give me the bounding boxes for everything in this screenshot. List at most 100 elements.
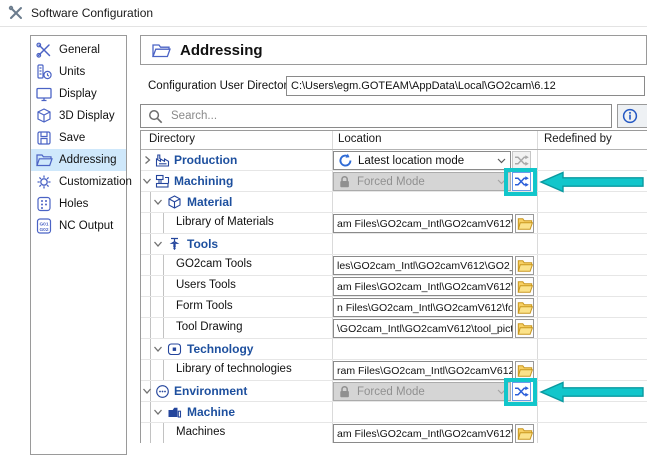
table-row-technology: Technology <box>141 339 647 360</box>
tree-expanded-icon[interactable] <box>153 197 163 207</box>
browse-folder-button[interactable] <box>515 361 534 380</box>
location-mode-value: Forced Mode <box>357 386 491 398</box>
directory-label: GO2cam Tools <box>176 258 252 270</box>
sidebar-item-label: Display <box>59 88 97 100</box>
column-header-location: Location <box>338 133 381 145</box>
directory-label: Library of Materials <box>176 216 274 228</box>
sidebar-item-addressing[interactable]: Addressing <box>31 149 126 171</box>
sidebar-item-units[interactable]: Units <box>31 61 126 83</box>
tree-expanded-icon[interactable] <box>153 407 163 417</box>
nc-output-icon: G01G02 <box>35 217 53 235</box>
general-icon <box>35 41 53 59</box>
tools-icon <box>8 5 24 21</box>
sidebar-item-nc-output[interactable]: G01G02 NC Output <box>31 215 126 237</box>
location-path-input[interactable]: am Files\GO2cam_Intl\GO2camV612\mat <box>333 214 513 233</box>
directory-label: Form Tools <box>176 300 233 312</box>
browse-folder-button[interactable] <box>515 277 534 296</box>
redefined-by-cell <box>537 234 647 255</box>
location-path-input[interactable]: n Files\GO2cam_Intl\GO2camV612\forme <box>333 298 513 317</box>
sidebar-item-label: Addressing <box>59 154 117 166</box>
sidebar-item-3d-display[interactable]: 3D Display <box>31 105 126 127</box>
config-user-directory-input[interactable] <box>286 76 645 96</box>
browse-folder-button[interactable] <box>515 319 534 338</box>
location-cell: am Files\GO2cam_Intl\GO2camV612\mac <box>332 423 537 443</box>
browse-folder-button[interactable] <box>515 256 534 275</box>
table-row-machining: Machining Forced Mode <box>141 171 647 192</box>
browse-folder-button[interactable] <box>515 214 534 233</box>
sidebar-item-save[interactable]: Save <box>31 127 126 149</box>
table-row-machines: Machines am Files\GO2cam_Intl\GO2camV612\… <box>141 423 647 443</box>
shuffle-icon-disabled <box>514 154 529 167</box>
tree-guide-line <box>150 255 151 275</box>
tree-guide-line <box>163 276 164 296</box>
folder-icon <box>517 364 533 378</box>
tree-expanded-icon[interactable] <box>142 386 152 396</box>
directory-label[interactable]: Technology <box>187 342 253 356</box>
search-input[interactable] <box>169 109 611 123</box>
machine-icon <box>166 404 183 421</box>
tree-expanded-icon[interactable] <box>142 176 152 186</box>
directory-label: Tool Drawing <box>176 321 242 333</box>
tree-expanded-icon[interactable] <box>153 239 163 249</box>
location-mode-value: Latest location mode <box>358 155 492 167</box>
tree-guide-line <box>150 318 151 338</box>
location-path-input[interactable]: ram Files\GO2cam_Intl\GO2camV612\tec <box>333 361 513 380</box>
sidebar-item-label: 3D Display <box>59 110 115 122</box>
location-cell: am Files\GO2cam_Intl\GO2camV612\mat <box>332 213 537 234</box>
environment-icon <box>154 383 171 400</box>
sidebar-item-label: General <box>59 44 100 56</box>
location-cell: Forced Mode <box>332 381 537 402</box>
tree-guide-line <box>150 234 151 254</box>
sidebar-item-label: NC Output <box>59 220 113 232</box>
directory-label[interactable]: Machining <box>174 174 233 188</box>
directory-label[interactable]: Tools <box>187 237 218 251</box>
directory-label[interactable]: Machine <box>187 405 235 419</box>
config-user-directory-label: Configuration User Directory <box>148 80 293 92</box>
sidebar-item-label: Customization <box>59 176 132 188</box>
sidebar-item-holes[interactable]: Holes <box>31 193 126 215</box>
info-button[interactable] <box>617 104 647 128</box>
sidebar-item-general[interactable]: General <box>31 39 126 61</box>
directory-label: Machines <box>176 426 225 438</box>
tree-guide-line <box>163 297 164 317</box>
redefined-by-cell <box>537 423 647 443</box>
tree-collapsed-icon[interactable] <box>142 155 152 165</box>
table-row-library-of-technologies: Library of technologiesram Files\GO2cam_… <box>141 360 647 381</box>
directory-label[interactable]: Environment <box>174 384 247 398</box>
location-path-input[interactable]: am Files\GO2cam_Intl\GO2camV612\mac <box>333 424 513 443</box>
location-path-input[interactable]: les\GO2cam_Intl\GO2camV612\GO2_tool <box>333 256 513 275</box>
tree-guide-line <box>150 213 151 233</box>
cube-icon <box>166 194 183 211</box>
sidebar-item-customization[interactable]: Customization <box>31 171 126 193</box>
settings-sidebar: General Units Display 3D Display Save Address… <box>30 35 127 455</box>
location-mode-dropdown[interactable]: Latest location mode <box>333 151 511 170</box>
tree-expanded-icon[interactable] <box>153 344 163 354</box>
browse-folder-button[interactable] <box>515 424 534 443</box>
location-path-input[interactable]: \GO2cam_Intl\GO2camV612\tool_picture <box>333 319 513 338</box>
table-row-production: Production Latest location mode <box>141 150 647 171</box>
search-box[interactable] <box>140 104 612 128</box>
table-row-environment: Environment Forced Mode <box>141 381 647 402</box>
folder-icon <box>517 322 533 336</box>
table-row-users-tools: Users Toolsam Files\GO2cam_Intl\GO2camV6… <box>141 276 647 297</box>
browse-folder-button[interactable] <box>515 298 534 317</box>
location-path-input[interactable]: am Files\GO2cam_Intl\GO2camV612\tool <box>333 277 513 296</box>
table-row-form-tools: Form Tools n Files\GO2cam_Intl\GO2camV612… <box>141 297 647 318</box>
redefine-location-button[interactable] <box>512 382 531 401</box>
directory-label[interactable]: Material <box>187 195 232 209</box>
tree-guide-line <box>163 318 164 338</box>
folder-icon <box>517 301 533 315</box>
redefine-location-button[interactable] <box>512 172 531 191</box>
gear-icon <box>35 173 53 191</box>
sidebar-item-display[interactable]: Display <box>31 83 126 105</box>
location-cell: am Files\GO2cam_Intl\GO2camV612\tool <box>332 276 537 297</box>
open-folder-icon <box>151 42 171 59</box>
tree-guide-line <box>163 360 164 380</box>
sidebar-item-label: Units <box>59 66 85 78</box>
search-icon <box>148 109 163 124</box>
directory-label[interactable]: Production <box>174 153 237 167</box>
location-cell: Forced Mode <box>332 171 537 192</box>
location-mode-dropdown-disabled: Forced Mode <box>333 382 511 401</box>
redefined-by-cell <box>537 192 647 213</box>
column-header-redefined-by: Redefined by <box>544 133 612 145</box>
